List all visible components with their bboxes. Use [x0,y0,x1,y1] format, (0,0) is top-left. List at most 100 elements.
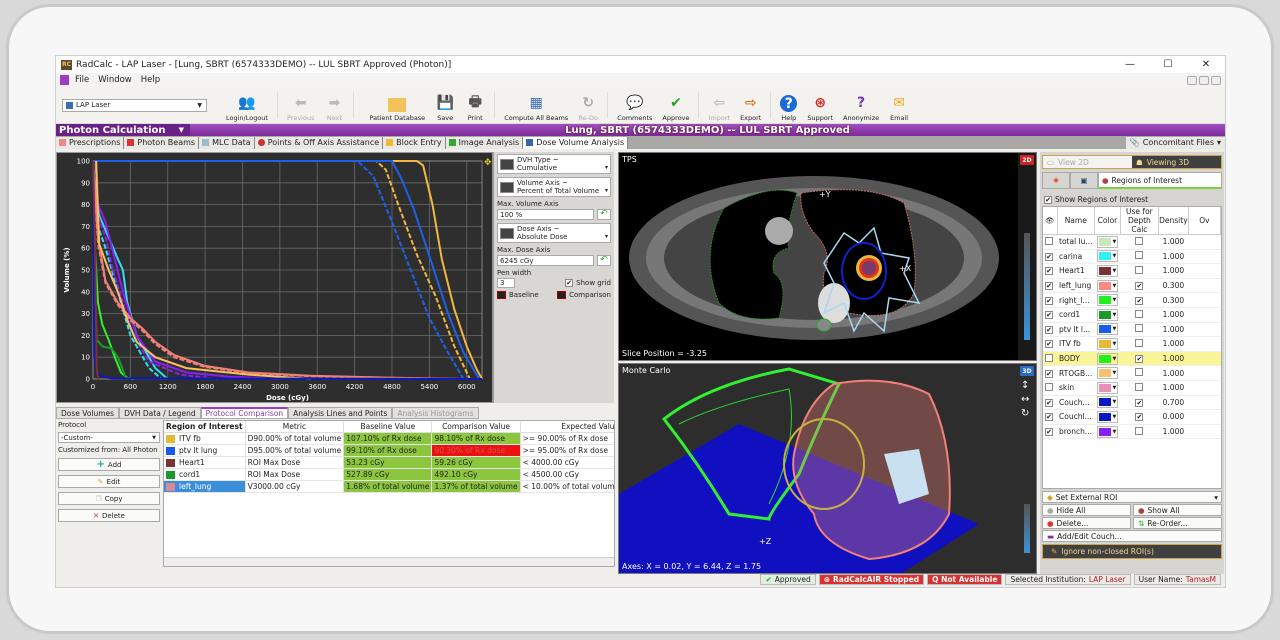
protocol-select[interactable]: -Custom- ▼ [58,432,160,443]
roi-row[interactable]: BODY ▼ ✔ 1.000 [1043,351,1221,367]
roi-density[interactable]: 1.000 [1158,365,1189,381]
roi-density[interactable]: 1.000 [1158,380,1189,396]
radcalcair-status[interactable]: ⊗ RadCalcAIR Stopped [818,574,925,585]
maximize-button[interactable]: ☐ [1149,59,1187,70]
mode-select[interactable]: Photon Calculation ▼ [56,124,190,136]
depth-slider[interactable]: 3D ↕ ↔ ↻ [1018,364,1036,573]
email-button[interactable]: ✉ Email [884,88,914,122]
col-visible[interactable]: 👁 [1043,207,1058,235]
reset-dose-button[interactable]: ↶ [597,255,611,266]
help-button[interactable]: ? Help [775,88,802,122]
print-button[interactable]: 🖶 Print [460,88,490,122]
roi-row[interactable]: ✔ bronch... ▼ 1.000 [1043,424,1221,440]
roi-row[interactable]: ✔ cord1 ▼ 1.000 [1043,307,1221,323]
roi-color-picker[interactable]: ▼ [1096,425,1119,438]
roi-color-picker[interactable]: ▼ [1096,308,1119,321]
roi-visible-checkbox[interactable]: ✔ [1045,252,1053,261]
protocol-row[interactable]: left_lung V3000.00 cGy 1.68% of total volu… [164,480,614,493]
delete-roi-button[interactable]: ● Delete... [1042,517,1131,529]
roi-depth-calc-checkbox[interactable]: ✔ [1135,282,1144,291]
dvh-type-select[interactable]: DVH Type ~ Cumulative ▾ [497,154,611,174]
roi-visible-checkbox[interactable]: ✔ [1045,296,1053,305]
anonymize-button[interactable]: ? Anonymize [838,88,884,122]
roi-visible-checkbox[interactable] [1045,382,1053,391]
roi-visible-checkbox[interactable]: ✔ [1045,311,1053,320]
next-button[interactable]: ➡ Next [319,88,349,122]
delete-button[interactable]: ✕ Delete [58,509,160,522]
roi-row[interactable]: ✔ Couch... ▼ ✔ 0.700 [1043,395,1221,411]
roi-density[interactable]: 1.000 [1158,351,1189,367]
tab-regions-of-interest[interactable]: ● Regions of Interest [1098,172,1222,189]
pan-vertical-icon[interactable]: ↕ [1021,380,1029,391]
roi-depth-calc-checkbox[interactable]: ✔ [1135,413,1144,422]
patient-database-button[interactable]: Patient Database [364,88,430,122]
col-roi[interactable]: Region of Interest [164,421,246,433]
tab-dvh-data-legend[interactable]: DVH Data / Legend [119,407,201,419]
show-all-button[interactable]: ● Show All [1133,504,1222,516]
col-comparison[interactable]: Comparison Value [431,421,521,433]
roi-cell[interactable]: ptv lt lung [164,444,246,457]
roi-color-picker[interactable]: ▼ [1096,352,1119,365]
roi-visible-checkbox[interactable]: ✔ [1045,340,1053,349]
max-dose-input[interactable]: 6245 cGy [497,255,594,266]
roi-visible-checkbox[interactable]: ✔ [1045,428,1053,437]
roi-row[interactable]: ✔ ptv lt l... ▼ 1.000 [1043,322,1221,338]
roi-row[interactable]: ✔ left_lung ▼ ✔ 0.300 [1043,278,1221,294]
roi-visible-checkbox[interactable] [1045,236,1053,245]
approve-button[interactable]: ✔ Approve [657,88,694,122]
roi-cell[interactable]: Heart1 [164,456,246,469]
export-button[interactable]: ⇨ Export [735,88,766,122]
roi-depth-calc-checkbox[interactable] [1135,382,1144,391]
roi-density[interactable]: 0.000 [1158,409,1189,425]
ignore-non-closed-roi-toggle[interactable]: ✎ Ignore non-closed ROI(s) [1042,544,1222,559]
roi-density[interactable]: 1.000 [1158,322,1189,338]
view-2d-button[interactable]: ▭ View 2D [1043,156,1132,168]
roi-depth-calc-checkbox[interactable] [1135,236,1144,245]
close-button[interactable]: ✕ [1187,59,1225,70]
reorder-button[interactable]: ⇅ Re-Order... [1133,517,1222,529]
roi-density[interactable]: 0.300 [1158,292,1189,308]
roi-depth-calc-checkbox[interactable] [1135,309,1144,318]
tab-points-off-axis[interactable]: Points & Off Axis Assistance [254,136,384,149]
roi-row[interactable]: skin ▼ 1.000 [1043,380,1221,396]
viewing-3d-button[interactable]: ☗ Viewing 3D [1132,156,1221,168]
roi-density[interactable]: 1.000 [1158,307,1189,323]
set-external-roi-button[interactable]: ◆ Set External ROI ▾ [1042,491,1222,503]
comparison-pen-button[interactable] [557,291,567,299]
tps-2d-view[interactable]: +Y +X TPS Slice Position = -3.25 2D [618,152,1037,361]
support-button[interactable]: ⊛ Support [802,88,838,122]
menu-help[interactable]: Help [141,75,160,85]
show-roi-checkbox[interactable]: ✔ [1044,195,1052,204]
roi-visible-checkbox[interactable]: ✔ [1045,413,1053,422]
col-metric[interactable]: Metric [245,421,345,433]
roi-cell[interactable]: ITV fb [164,432,246,445]
comments-button[interactable]: 💬 Comments [612,88,657,122]
edit-button[interactable]: ✎ Edit [58,475,160,488]
roi-row[interactable]: ✔ ITV fb ▼ 1.000 [1043,336,1221,352]
protocol-row[interactable]: cord1 ROI Max Dose 527.89 cGy 492.10 cGy < 4… [164,468,614,481]
roi-row[interactable]: ✔ carina ▼ 1.000 [1043,249,1221,265]
roi-row[interactable]: ✔ right_l... ▼ ✔ 0.300 [1043,292,1221,308]
roi-row[interactable]: ✔ Couchl... ▼ ✔ 0.000 [1043,409,1221,425]
roi-color-picker[interactable]: ▼ [1096,410,1119,423]
roi-density[interactable]: 1.000 [1158,249,1189,265]
roi-depth-calc-checkbox[interactable]: ✔ [1135,296,1144,305]
tab-analysis-histograms[interactable]: Analysis Histograms [392,407,479,419]
view-mode-2d-badge[interactable]: 2D [1020,155,1034,165]
pen-width-stepper[interactable]: 3 [497,278,515,288]
tab-mlc-data[interactable]: MLC Data [199,136,255,149]
menu-window[interactable]: Window [98,75,132,85]
roi-density[interactable]: 1.000 [1158,234,1189,250]
baseline-pen-button[interactable] [497,291,506,299]
minimize-button[interactable]: — [1111,59,1149,70]
roi-visible-checkbox[interactable]: ✔ [1045,325,1053,334]
roi-color-picker[interactable]: ▼ [1096,250,1119,263]
show-grid-checkbox[interactable]: ✔ [565,279,574,287]
protocol-row[interactable]: ITV fb D90.00% of total volume 107.10% of … [164,432,614,445]
zoom-fit-icon[interactable]: ✥ [484,158,492,168]
roi-density[interactable]: 1.000 [1158,336,1189,352]
reset-volume-button[interactable]: ↶ [597,209,611,220]
roi-visible-checkbox[interactable]: ✔ [1045,267,1053,276]
rotate-icon[interactable]: ↻ [1021,408,1029,419]
protocol-row[interactable]: ptv lt lung D95.00% of total volume 99.10%… [164,444,614,457]
